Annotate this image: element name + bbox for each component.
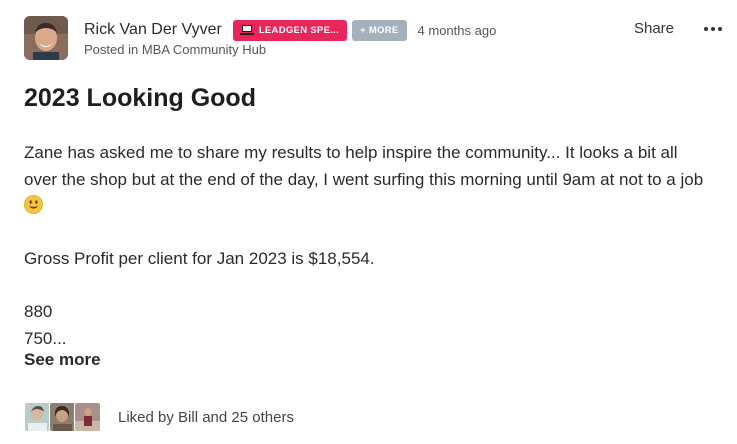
liker-avatar[interactable] <box>74 402 101 432</box>
liker-avatar[interactable] <box>49 402 76 432</box>
user-photo-avatar-icon <box>24 16 68 60</box>
more-badges-button[interactable]: + MORE <box>352 19 407 41</box>
post-title[interactable]: 2023 Looking Good <box>24 84 256 113</box>
post-time[interactable]: 4 months ago <box>418 23 497 38</box>
leadgen-badge[interactable]: LEADGEN SPE... <box>232 19 348 41</box>
liker-avatar[interactable] <box>24 402 51 432</box>
post-header: Rick Van Der Vyver LEADGEN SPE... + MORE… <box>24 16 723 62</box>
liked-by-text[interactable]: Liked by Bill and 25 others <box>118 409 294 426</box>
likes-summary[interactable]: Liked by Bill and 25 others <box>24 402 294 432</box>
laptop-icon <box>239 25 254 35</box>
smile-icon <box>24 195 43 214</box>
post-line: 880 <box>24 302 53 321</box>
post-paragraph: Zane has asked me to share my results to… <box>24 140 714 220</box>
author-avatar[interactable] <box>24 16 68 60</box>
leadgen-badge-label: LEADGEN SPE... <box>258 24 340 36</box>
post-paragraph-text: Zane has asked me to share my results to… <box>24 143 704 189</box>
more-horizontal-icon[interactable] <box>703 21 723 37</box>
post-body: Zane has asked me to share my results to… <box>24 140 714 352</box>
author-line: Rick Van Der Vyver LEADGEN SPE... + MORE… <box>84 18 496 42</box>
see-more-link[interactable]: See more <box>24 350 101 370</box>
share-button[interactable]: Share <box>634 20 674 37</box>
post-paragraph: Gross Profit per client for Jan 2023 is … <box>24 249 375 268</box>
liker-avatar-3-icon <box>75 403 100 431</box>
liker-avatar-1-icon <box>25 403 50 431</box>
posted-in-community[interactable]: Posted in MBA Community Hub <box>84 42 266 57</box>
liker-avatar-2-icon <box>50 403 75 431</box>
author-name[interactable]: Rick Van Der Vyver <box>84 21 222 39</box>
post-line: 750... <box>24 328 67 348</box>
